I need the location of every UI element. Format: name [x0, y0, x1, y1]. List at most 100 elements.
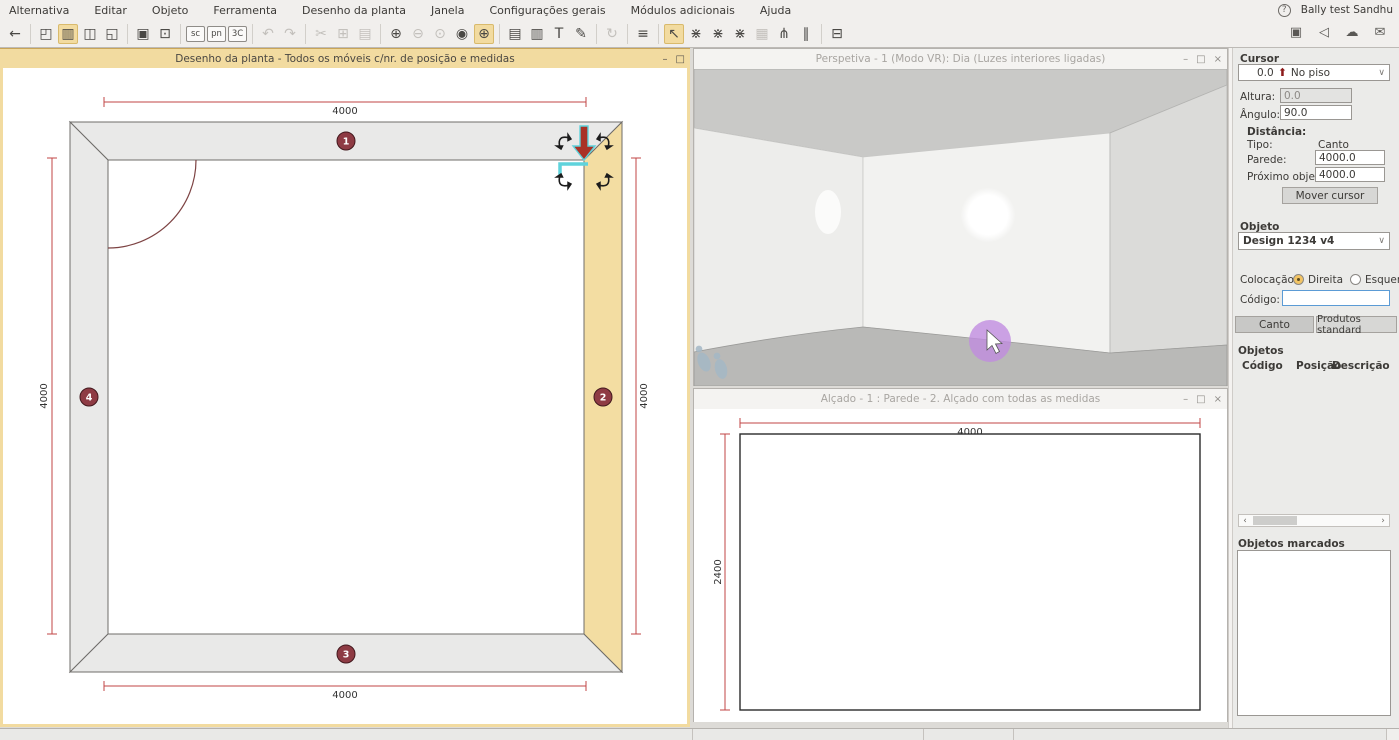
- zoom-out-icon[interactable]: ⊖: [408, 24, 428, 44]
- produtos-standard-button[interactable]: Produtos standard: [1316, 316, 1397, 333]
- measure-icon[interactable]: ∥: [796, 24, 816, 44]
- menu-editar[interactable]: Editar: [85, 2, 136, 19]
- radio-unselected-icon[interactable]: [1350, 274, 1361, 285]
- elevation-window-titlebar[interactable]: Alçado - 1 : Parede - 2. Alçado com toda…: [694, 389, 1227, 409]
- mail-icon[interactable]: ✉: [1370, 22, 1390, 42]
- elevation-view[interactable]: 4000 2400: [694, 409, 1227, 722]
- vr-cursor[interactable]: [969, 320, 1011, 362]
- radio-direita[interactable]: Direita: [1293, 274, 1343, 286]
- undo-icon[interactable]: ↶: [258, 24, 278, 44]
- marker-3[interactable]: 3: [343, 650, 350, 661]
- snapshot-icon[interactable]: ▣: [1286, 22, 1306, 42]
- toolbar-right-icons: ▣ ◁ ☁ ✉: [1285, 22, 1391, 42]
- codigo-field[interactable]: [1282, 290, 1390, 306]
- perspective-window-titlebar[interactable]: Perspetiva - 1 (Modo VR): Dia (Luzes int…: [694, 49, 1227, 69]
- resize-grip[interactable]: [1386, 729, 1399, 740]
- toolbar-separator: [658, 24, 659, 44]
- grid-icon[interactable]: ▦: [752, 24, 772, 44]
- perspective-3d-view[interactable]: [694, 69, 1227, 386]
- refresh-icon[interactable]: ↻: [602, 24, 622, 44]
- scroll-left-icon[interactable]: ‹: [1239, 515, 1251, 526]
- wall-view-icon[interactable]: ▥: [58, 24, 78, 44]
- menu-ferramenta[interactable]: Ferramenta: [204, 2, 286, 19]
- announce-icon[interactable]: ◁: [1314, 22, 1334, 42]
- minimize-icon[interactable]: –: [1183, 394, 1188, 405]
- angulo-field[interactable]: 90.0: [1280, 105, 1352, 120]
- column-codigo[interactable]: Código: [1242, 360, 1283, 372]
- cloud-icon[interactable]: ☁: [1342, 22, 1362, 42]
- menu-alternativa[interactable]: Alternativa: [0, 2, 78, 19]
- mover-cursor-button[interactable]: Mover cursor: [1282, 187, 1378, 204]
- menu-ajuda[interactable]: Ajuda: [751, 2, 800, 19]
- menu-janela[interactable]: Janela: [422, 2, 474, 19]
- room-walls[interactable]: [70, 122, 622, 672]
- scrollbar-track[interactable]: [1251, 515, 1377, 526]
- proximo-objeto-field[interactable]: 4000.0: [1315, 167, 1385, 182]
- maximize-icon[interactable]: □: [1196, 54, 1205, 65]
- copy-icon[interactable]: ⊞: [333, 24, 353, 44]
- radio-selected-icon[interactable]: [1293, 274, 1304, 285]
- scrollbar-thumb[interactable]: [1253, 516, 1297, 525]
- fly-mode-icon[interactable]: ⋇: [708, 24, 728, 44]
- objetos-marcados-list[interactable]: [1237, 550, 1391, 716]
- column-descricao[interactable]: Descrição: [1332, 360, 1390, 372]
- zoom-window-icon[interactable]: ⊕: [474, 24, 494, 44]
- menu-desenho-da-planta[interactable]: Desenho da planta: [293, 2, 415, 19]
- base-units-view-icon[interactable]: ◱: [102, 24, 122, 44]
- paste-icon[interactable]: ▤: [355, 24, 375, 44]
- minimize-icon[interactable]: –: [663, 54, 668, 65]
- canto-button[interactable]: Canto: [1235, 316, 1314, 333]
- maximize-icon[interactable]: □: [1196, 394, 1205, 405]
- back-icon[interactable]: ←: [5, 24, 25, 44]
- cursor-position-dropdown[interactable]: 0.0 ⬆ No piso ∨: [1238, 64, 1390, 81]
- marker-4[interactable]: 4: [86, 393, 93, 404]
- plan-window-title: Desenho da planta - Todos os móveis c/nr…: [175, 53, 514, 65]
- comment-icon[interactable]: ▥: [527, 24, 547, 44]
- radio-esquerda[interactable]: Esquerda: [1350, 274, 1399, 286]
- person-view-icon[interactable]: ⋔: [774, 24, 794, 44]
- print-icon[interactable]: ⊡: [155, 24, 175, 44]
- marker-2[interactable]: 2: [600, 393, 607, 404]
- application-window: Alternativa Editar Objeto Ferramenta Desenho…: [0, 0, 1399, 740]
- cut-icon[interactable]: ✂: [311, 24, 331, 44]
- mouse-settings-icon[interactable]: ⊟: [827, 24, 847, 44]
- parede-field[interactable]: 4000.0: [1315, 150, 1385, 165]
- turn-mode-icon[interactable]: ⋇: [730, 24, 750, 44]
- scroll-right-icon[interactable]: ›: [1377, 515, 1389, 526]
- note-icon[interactable]: ▤: [505, 24, 525, 44]
- pn-button[interactable]: pn: [207, 26, 226, 42]
- close-icon[interactable]: ×: [1214, 394, 1222, 405]
- redo-icon[interactable]: ↷: [280, 24, 300, 44]
- objetos-horizontal-scrollbar[interactable]: ‹ ›: [1238, 514, 1390, 527]
- item-list-icon[interactable]: ≡: [633, 24, 653, 44]
- toolbar-separator: [30, 24, 31, 44]
- menu-objeto[interactable]: Objeto: [143, 2, 198, 19]
- minimize-icon[interactable]: –: [1183, 54, 1188, 65]
- menu-bar: Alternativa Editar Objeto Ferramenta Desenho…: [0, 0, 1399, 20]
- walk-mode-icon[interactable]: ⋇: [686, 24, 706, 44]
- close-icon[interactable]: ×: [1214, 54, 1222, 65]
- tall-units-view-icon[interactable]: ◫: [80, 24, 100, 44]
- objeto-dropdown[interactable]: Design 1234 v4 ∨: [1238, 232, 1390, 250]
- altura-label: Altura:: [1240, 91, 1275, 103]
- text-tool-icon[interactable]: T: [549, 24, 569, 44]
- maximize-icon[interactable]: □: [676, 54, 685, 65]
- menu-configura-es-gerais[interactable]: Configurações gerais: [480, 2, 614, 19]
- plan-window-titlebar[interactable]: Desenho da planta - Todos os móveis c/nr…: [0, 48, 690, 68]
- left-wall: [694, 128, 863, 352]
- sketch-tool-icon[interactable]: ✎: [571, 24, 591, 44]
- wall-light-spot: [960, 187, 1016, 243]
- pointer-tool-icon[interactable]: ↖: [664, 24, 684, 44]
- sc-button[interactable]: sc: [186, 26, 205, 42]
- zoom-100-icon[interactable]: ⊙: [430, 24, 450, 44]
- help-icon[interactable]: ?: [1278, 4, 1291, 17]
- elevation-wall-outline[interactable]: [740, 434, 1200, 710]
- floor-plan-canvas[interactable]: 4000 4000 4000 4000 1 2 3 4: [3, 68, 685, 724]
- 3c-button[interactable]: 3C: [228, 26, 247, 42]
- save-icon[interactable]: ▣: [133, 24, 153, 44]
- marker-1[interactable]: 1: [343, 137, 350, 148]
- floorplan-view-icon[interactable]: ◰: [36, 24, 56, 44]
- zoom-all-icon[interactable]: ◉: [452, 24, 472, 44]
- zoom-in-icon[interactable]: ⊕: [386, 24, 406, 44]
- menu-m-dulos-adicionais[interactable]: Módulos adicionais: [622, 2, 744, 19]
